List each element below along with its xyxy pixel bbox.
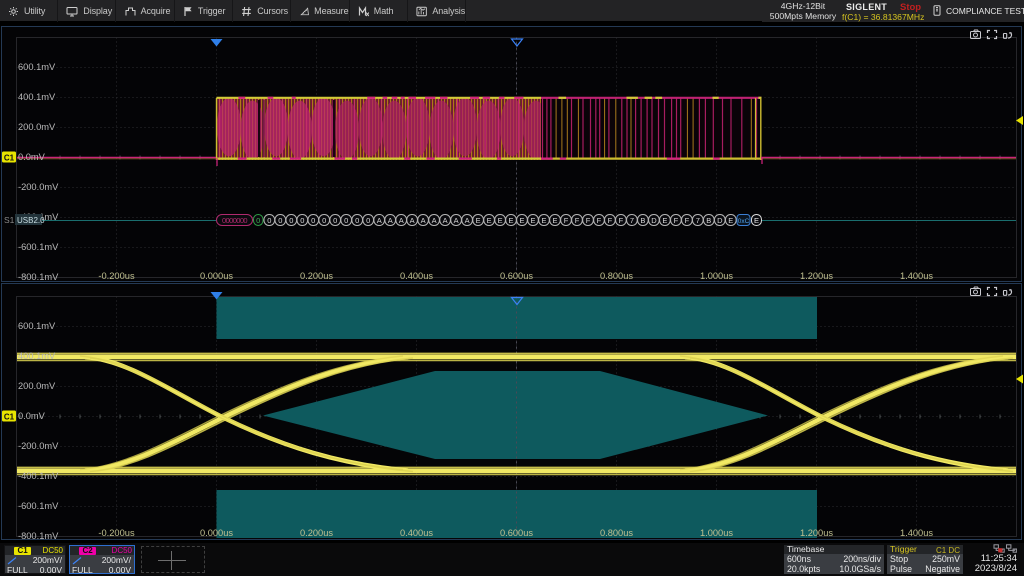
svg-text:S1: S1 (4, 215, 15, 225)
svg-text:1.400us: 1.400us (900, 271, 933, 281)
svg-text:E: E (541, 216, 546, 225)
svg-text:0: 0 (355, 216, 359, 225)
svg-text:0: 0 (322, 216, 326, 225)
svg-text:0.000us: 0.000us (200, 271, 233, 281)
svg-text:600.1mV: 600.1mV (18, 321, 56, 331)
svg-text:-600.1mV: -600.1mV (18, 242, 59, 252)
svg-text:1.200us: 1.200us (800, 271, 833, 281)
svg-text:0: 0 (300, 216, 304, 225)
svg-text:A: A (443, 216, 448, 225)
svg-text:-600.1mV: -600.1mV (18, 501, 59, 511)
svg-text:0xC: 0xC (738, 218, 750, 225)
svg-text:USB2.0: USB2.0 (17, 216, 45, 225)
svg-text:0: 0 (344, 216, 348, 225)
svg-text:F: F (619, 216, 624, 225)
svg-text:C1: C1 (4, 154, 15, 163)
svg-text:B: B (640, 216, 645, 225)
svg-text:E: E (530, 216, 535, 225)
svg-text:-400.1mV: -400.1mV (18, 471, 59, 481)
svg-text:A: A (465, 216, 470, 225)
svg-text:0: 0 (366, 216, 370, 225)
svg-text:E: E (487, 216, 492, 225)
svg-text:0.000us: 0.000us (200, 528, 233, 538)
svg-text:0.800us: 0.800us (600, 528, 633, 538)
svg-text:0.400us: 0.400us (400, 528, 433, 538)
svg-text:F: F (564, 216, 569, 225)
svg-text:E: E (476, 216, 481, 225)
svg-text:E: E (508, 216, 513, 225)
svg-text:A: A (388, 216, 393, 225)
svg-text:0.200us: 0.200us (300, 271, 333, 281)
svg-text:A: A (377, 216, 382, 225)
svg-text:A: A (432, 216, 437, 225)
svg-text:-0.200us: -0.200us (98, 271, 135, 281)
svg-text:0: 0 (333, 216, 337, 225)
svg-text:200.0mV: 200.0mV (18, 122, 56, 132)
svg-text:7: 7 (696, 216, 700, 225)
svg-text:-0.200us: -0.200us (98, 528, 135, 538)
svg-text:A: A (399, 216, 404, 225)
svg-text:7: 7 (630, 216, 634, 225)
svg-text:1.000us: 1.000us (700, 271, 733, 281)
svg-text:0: 0 (289, 216, 293, 225)
svg-text:0: 0 (267, 216, 271, 225)
svg-text:F: F (674, 216, 679, 225)
svg-text:F: F (685, 216, 690, 225)
svg-text:E: E (552, 216, 557, 225)
svg-text:0: 0 (311, 216, 315, 225)
svg-text:A: A (410, 216, 415, 225)
svg-text:-200.0mV: -200.0mV (18, 182, 59, 192)
svg-text:-800.1mV: -800.1mV (18, 272, 59, 282)
svg-text:0.600us: 0.600us (500, 271, 533, 281)
svg-text:D: D (717, 216, 723, 225)
svg-text:0.200us: 0.200us (300, 528, 333, 538)
svg-text:0000000: 0000000 (222, 216, 247, 225)
svg-text:0.400us: 0.400us (400, 271, 433, 281)
svg-text:A: A (454, 216, 459, 225)
svg-text:1.400us: 1.400us (900, 528, 933, 538)
svg-text:E: E (498, 216, 503, 225)
svg-text:1.000us: 1.000us (700, 528, 733, 538)
svg-text:E: E (519, 216, 524, 225)
svg-text:-200.0mV: -200.0mV (18, 441, 59, 451)
svg-text:F: F (575, 216, 580, 225)
svg-text:C1: C1 (4, 413, 15, 422)
svg-text:F: F (586, 216, 591, 225)
svg-text:-800.1mV: -800.1mV (18, 531, 59, 541)
svg-text:0.0mV: 0.0mV (18, 152, 46, 162)
svg-text:400.1mV: 400.1mV (18, 92, 56, 102)
svg-text:E: E (754, 216, 759, 225)
svg-text:0: 0 (256, 216, 260, 225)
svg-text:0: 0 (278, 216, 282, 225)
svg-text:F: F (597, 216, 602, 225)
svg-text:A: A (421, 216, 426, 225)
svg-text:E: E (728, 216, 733, 225)
svg-text:400.1mV: 400.1mV (18, 351, 56, 361)
svg-text:F: F (608, 216, 613, 225)
svg-text:1.200us: 1.200us (800, 528, 833, 538)
svg-text:0.600us: 0.600us (500, 528, 533, 538)
svg-text:600.1mV: 600.1mV (18, 62, 56, 72)
svg-text:0.800us: 0.800us (600, 271, 633, 281)
svg-text:D: D (651, 216, 657, 225)
svg-text:E: E (662, 216, 667, 225)
svg-text:0.0mV: 0.0mV (18, 411, 46, 421)
svg-text:200.0mV: 200.0mV (18, 381, 56, 391)
svg-text:B: B (706, 216, 711, 225)
